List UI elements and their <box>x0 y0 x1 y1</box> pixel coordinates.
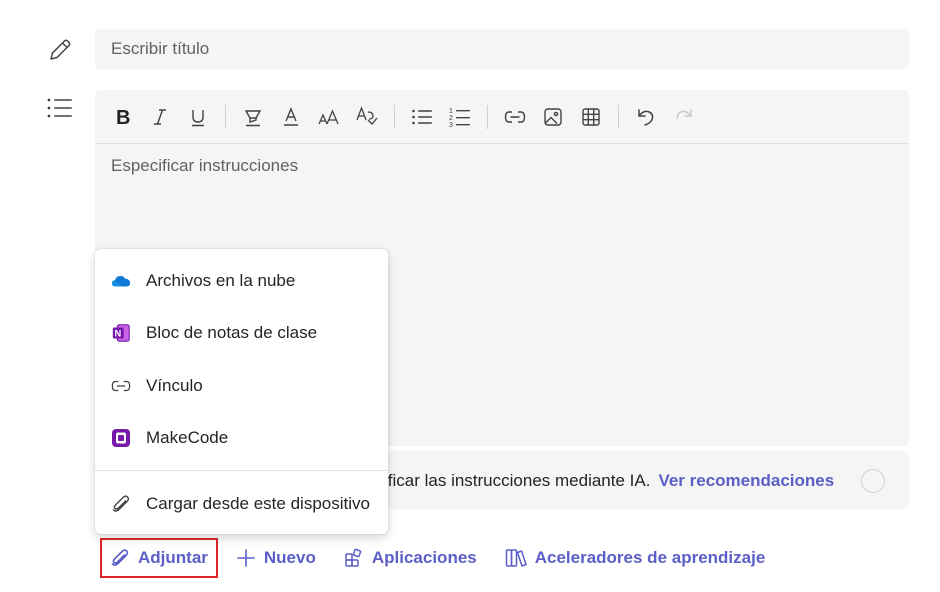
menu-item-upload-device[interactable]: Cargar desde este dispositivo <box>95 482 388 526</box>
instructions-placeholder: Especificar instrucciones <box>111 156 299 175</box>
toolbar-divider <box>618 104 619 129</box>
ai-suggestion-text-wrap: ificar las instrucciones mediante IA. Ver… <box>384 471 834 491</box>
numbered-list-button[interactable]: 123 <box>445 102 475 132</box>
apps-label: Aplicaciones <box>371 548 477 567</box>
font-size-button[interactable] <box>314 102 344 132</box>
svg-text:1: 1 <box>449 108 453 115</box>
view-recommendations-link[interactable]: Ver recomendaciones <box>658 471 834 490</box>
undo-icon <box>638 108 654 126</box>
underline-button[interactable] <box>183 102 213 132</box>
bold-icon: B <box>116 107 130 127</box>
font-color-button[interactable] <box>276 102 306 132</box>
onenote-icon: N <box>111 323 131 343</box>
toolbar-divider <box>487 104 488 129</box>
bulleted-list-button[interactable] <box>407 102 437 132</box>
menu-item-link[interactable]: Vínculo <box>95 364 388 408</box>
redo-button[interactable] <box>669 102 699 132</box>
svg-text:3: 3 <box>449 122 453 128</box>
font-size-icon <box>318 108 339 124</box>
undo-button[interactable] <box>631 102 661 132</box>
text-format-icon <box>356 105 378 125</box>
menu-item-label: MakeCode <box>146 428 229 447</box>
highlighter-icon <box>244 109 262 126</box>
toolbar-divider <box>394 104 395 129</box>
apps-button[interactable]: Aplicaciones <box>344 538 477 578</box>
new-button[interactable]: Nuevo <box>236 538 316 578</box>
menu-item-label: Bloc de notas de clase <box>146 323 318 342</box>
learning-accelerators-label: Aceleradores de aprendizaje <box>534 548 766 567</box>
link-icon <box>111 376 131 396</box>
insert-table-button[interactable] <box>576 102 606 132</box>
paperclip-icon <box>111 549 129 566</box>
menu-item-cloud-files[interactable]: Archivos en la nube <box>95 259 388 303</box>
new-label: Nuevo <box>263 548 316 567</box>
makecode-icon <box>111 428 131 448</box>
apps-icon <box>345 548 362 567</box>
menu-item-label: Vínculo <box>146 376 203 395</box>
learning-accelerators-button[interactable]: Aceleradores de aprendizaje <box>505 538 766 578</box>
menu-divider <box>95 470 388 471</box>
text-description-icon <box>47 98 73 125</box>
formatting-toolbar: B 123 <box>95 90 909 144</box>
onedrive-cloud-icon <box>111 271 131 291</box>
svg-text:N: N <box>115 329 122 339</box>
bullet-list-icon <box>412 109 432 124</box>
highlight-button[interactable] <box>238 102 268 132</box>
attach-menu: Archivos en la nube N Bloc de notas de c… <box>95 249 388 534</box>
pencil-icon <box>47 37 73 68</box>
menu-item-label: Archivos en la nube <box>146 271 296 290</box>
title-input[interactable]: Escribir título <box>95 29 909 69</box>
insert-link-button[interactable] <box>500 102 530 132</box>
menu-item-label: Cargar desde este dispositivo <box>146 494 370 513</box>
ai-toggle-radio[interactable] <box>861 469 885 493</box>
svg-text:2: 2 <box>449 115 453 122</box>
redo-icon <box>676 108 692 119</box>
plus-icon <box>237 549 255 567</box>
italic-button[interactable] <box>145 102 175 132</box>
attach-button[interactable]: Adjuntar <box>100 538 218 578</box>
toolbar-divider <box>225 104 226 129</box>
paperclip-icon <box>111 494 131 514</box>
underline-icon <box>192 109 204 126</box>
attach-label: Adjuntar <box>138 548 208 567</box>
table-icon <box>582 107 600 126</box>
menu-item-makecode[interactable]: MakeCode <box>95 416 388 460</box>
assignment-actions-bar: Adjuntar Nuevo Aplicaciones Aceleradores… <box>100 538 793 578</box>
formatting-button[interactable] <box>352 102 382 132</box>
font-color-icon <box>284 106 298 126</box>
title-placeholder: Escribir título <box>111 39 210 58</box>
link-icon <box>504 110 526 123</box>
svg-text:B: B <box>116 107 130 127</box>
image-icon <box>544 107 562 126</box>
books-icon <box>505 549 527 567</box>
numbered-list-icon: 123 <box>449 108 470 128</box>
insert-image-button[interactable] <box>538 102 568 132</box>
italic-icon <box>154 108 166 125</box>
ai-suggestion-text: ificar las instrucciones mediante IA. <box>384 471 651 490</box>
bold-button[interactable]: B <box>107 102 137 132</box>
menu-item-class-notebook[interactable]: N Bloc de notas de clase <box>95 311 388 355</box>
